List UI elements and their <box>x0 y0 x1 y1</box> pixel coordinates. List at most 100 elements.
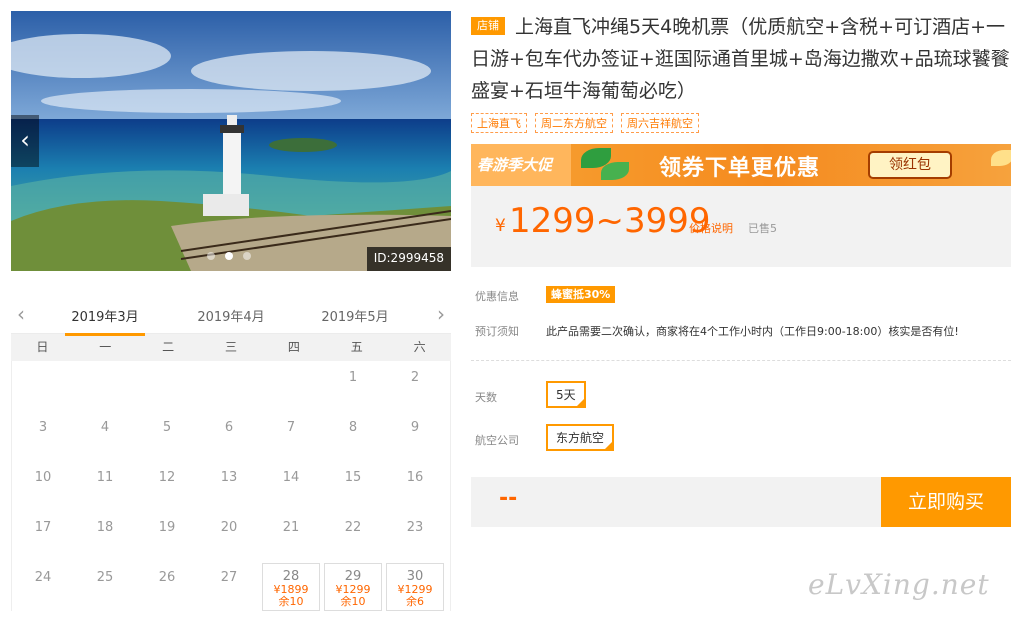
calendar-grid: 1 2 3 4 5 6 7 8 9 10 11 12 13 14 15 16 17 18 19 20 21 22 23 24 2… <box>11 361 451 611</box>
weekday-label: 五 <box>350 340 363 354</box>
notice-label: 预订须知 <box>475 325 519 338</box>
price-range: 1299~3999 <box>509 201 711 241</box>
discount-row: 优惠信息 蜂蜜抵30% <box>475 286 616 304</box>
day-number: 2 <box>410 370 420 385</box>
calendar-day: 26 <box>136 561 198 611</box>
day-stock: 余10 <box>278 595 304 608</box>
buy-now-button[interactable]: 立即购买 <box>881 477 1011 527</box>
day-number: 9 <box>410 420 420 435</box>
day-stock: 余6 <box>406 595 424 608</box>
price-explain-link[interactable]: 价格说明 <box>689 220 733 236</box>
buy-bar: -- 立即购买 <box>471 477 1011 527</box>
discount-label: 优惠信息 <box>475 290 519 303</box>
day-number: 28 <box>282 569 300 584</box>
calendar-day: 6 <box>198 411 260 461</box>
calendar-day: 20 <box>198 511 260 561</box>
day-number: 18 <box>96 520 114 535</box>
product-tag: 周二东方航空 <box>535 113 613 133</box>
days-row: 天数 5天 <box>475 381 586 408</box>
photo-gallery[interactable]: ‹ › ID:2999458 <box>11 11 451 271</box>
product-panel: 店铺 上海直飞冲绳5天4晚机票（优质航空+含税+可订酒店+一日游+包车代办签证+… <box>471 11 1011 527</box>
notice-row: 预订须知 此产品需要二次确认，商家将在4个工作小时内（工作日9:00-18:00… <box>475 323 959 339</box>
calendar-day: 15 <box>322 461 384 511</box>
calendar-day: 10 <box>12 461 74 511</box>
calendar-day: 12 <box>136 461 198 511</box>
divider <box>471 360 1011 361</box>
product-title-text: 上海直飞冲绳5天4晚机票（优质航空+含税+可订酒店+一日游+包车代办签证+逛国际… <box>471 16 1010 102</box>
calendar-day: 24 <box>12 561 74 611</box>
calendar-day <box>12 361 74 411</box>
day-number: 24 <box>34 570 52 585</box>
gallery-photo <box>11 11 451 271</box>
day-number: 19 <box>158 520 176 535</box>
airline-label: 航空公司 <box>475 434 519 447</box>
calendar-day: 8 <box>322 411 384 461</box>
month-tabs: ‹ 2019年3月 2019年4月 2019年5月 › <box>11 298 451 336</box>
calendar-day: 19 <box>136 511 198 561</box>
day-number: 1 <box>348 370 358 385</box>
airline-row: 航空公司 东方航空 <box>475 424 615 451</box>
weekday-label: 六 <box>413 340 426 354</box>
airline-option-eastern[interactable]: 东方航空 <box>546 424 615 451</box>
calendar-day: 18 <box>74 511 136 561</box>
month-tab-2[interactable]: 2019年4月 <box>191 306 271 325</box>
calendar-day: 2 <box>384 361 446 411</box>
days-option-5[interactable]: 5天 <box>546 381 586 408</box>
prev-month-icon[interactable]: ‹ <box>17 302 25 326</box>
day-number: 12 <box>158 470 176 485</box>
product-tag: 上海直飞 <box>471 113 527 133</box>
product-tags: 上海直飞 周二东方航空 周六吉祥航空 <box>471 113 1011 133</box>
sold-count: 已售5 <box>748 222 777 235</box>
weekday-label: 二 <box>162 340 175 354</box>
calendar-day: 9 <box>384 411 446 461</box>
honey-discount-badge: 蜂蜜抵30% <box>546 286 616 303</box>
gallery-dot[interactable] <box>243 252 251 260</box>
currency-symbol: ¥ <box>495 216 506 236</box>
day-stock: 余10 <box>340 595 366 608</box>
watermark-logo: eLvXing.net <box>808 568 990 601</box>
calendar-day-available[interactable]: 29 ¥1299 余10 <box>324 563 382 611</box>
calendar-day <box>74 361 136 411</box>
day-number: 21 <box>282 520 300 535</box>
red-packet-button[interactable]: 领红包 <box>868 151 952 179</box>
day-number: 10 <box>34 470 52 485</box>
calendar-day-available[interactable]: 30 ¥1299 余6 <box>386 563 444 611</box>
promo-banner[interactable]: 春游季大促 领券下单更优惠 领红包 <box>471 144 1011 186</box>
calendar-day: 11 <box>74 461 136 511</box>
total-price: -- <box>499 486 518 511</box>
day-number: 4 <box>100 420 110 435</box>
day-number: 30 <box>406 569 424 584</box>
gallery-prev-button[interactable]: ‹ <box>11 115 39 167</box>
calendar-day: 22 <box>322 511 384 561</box>
gallery-dot[interactable] <box>207 252 215 260</box>
day-number: 16 <box>406 470 424 485</box>
weekday-label: 四 <box>287 340 300 354</box>
day-number: 25 <box>96 570 114 585</box>
calendar-day: 13 <box>198 461 260 511</box>
shop-badge: 店铺 <box>471 17 505 35</box>
calendar-day <box>198 361 260 411</box>
calendar-day: 27 <box>198 561 260 611</box>
weekday-label: 三 <box>224 340 237 354</box>
day-number: 15 <box>344 470 362 485</box>
notice-text: 此产品需要二次确认，商家将在4个工作小时内（工作日9:00-18:00）核实是否… <box>546 325 959 338</box>
calendar-day: 17 <box>12 511 74 561</box>
weekday-label: 一 <box>99 340 112 354</box>
day-number: 26 <box>158 570 176 585</box>
gallery-dots[interactable] <box>207 252 251 260</box>
days-label: 天数 <box>475 391 497 404</box>
calendar-day: 14 <box>260 461 322 511</box>
calendar-day: 16 <box>384 461 446 511</box>
day-number: 14 <box>282 470 300 485</box>
image-id-label: ID:2999458 <box>366 247 451 271</box>
weekday-label: 日 <box>36 340 49 354</box>
calendar-day-available[interactable]: 28 ¥1899 余10 <box>262 563 320 611</box>
month-tab-3[interactable]: 2019年5月 <box>315 306 395 325</box>
product-title: 店铺 上海直飞冲绳5天4晚机票（优质航空+含税+可订酒店+一日游+包车代办签证+… <box>471 11 1011 107</box>
calendar-day: 7 <box>260 411 322 461</box>
gallery-dot[interactable] <box>225 252 233 260</box>
next-month-icon[interactable]: › <box>437 302 445 326</box>
day-number: 7 <box>286 420 296 435</box>
weekday-header: 日 一 二 三 四 五 六 <box>11 334 451 361</box>
month-tab-1[interactable]: 2019年3月 <box>65 306 145 336</box>
